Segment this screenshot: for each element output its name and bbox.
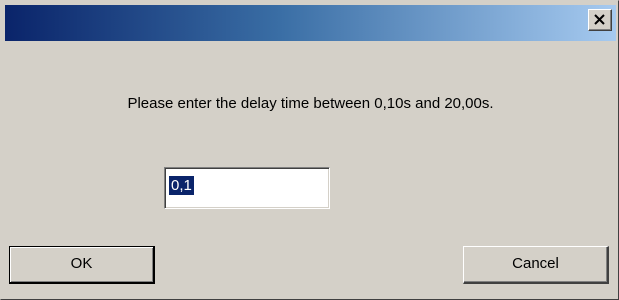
close-button[interactable] (588, 9, 612, 31)
cancel-button[interactable]: Cancel (463, 246, 609, 284)
delay-time-value: 0,1 (169, 176, 194, 195)
title-bar[interactable] (5, 5, 616, 41)
delay-time-dialog: Please enter the delay time between 0,10… (0, 0, 619, 300)
close-icon (594, 14, 605, 25)
ok-button[interactable]: OK (9, 246, 155, 284)
delay-time-input[interactable]: 0,1 (164, 167, 330, 209)
prompt-message: Please enter the delay time between 0,10… (127, 95, 494, 112)
